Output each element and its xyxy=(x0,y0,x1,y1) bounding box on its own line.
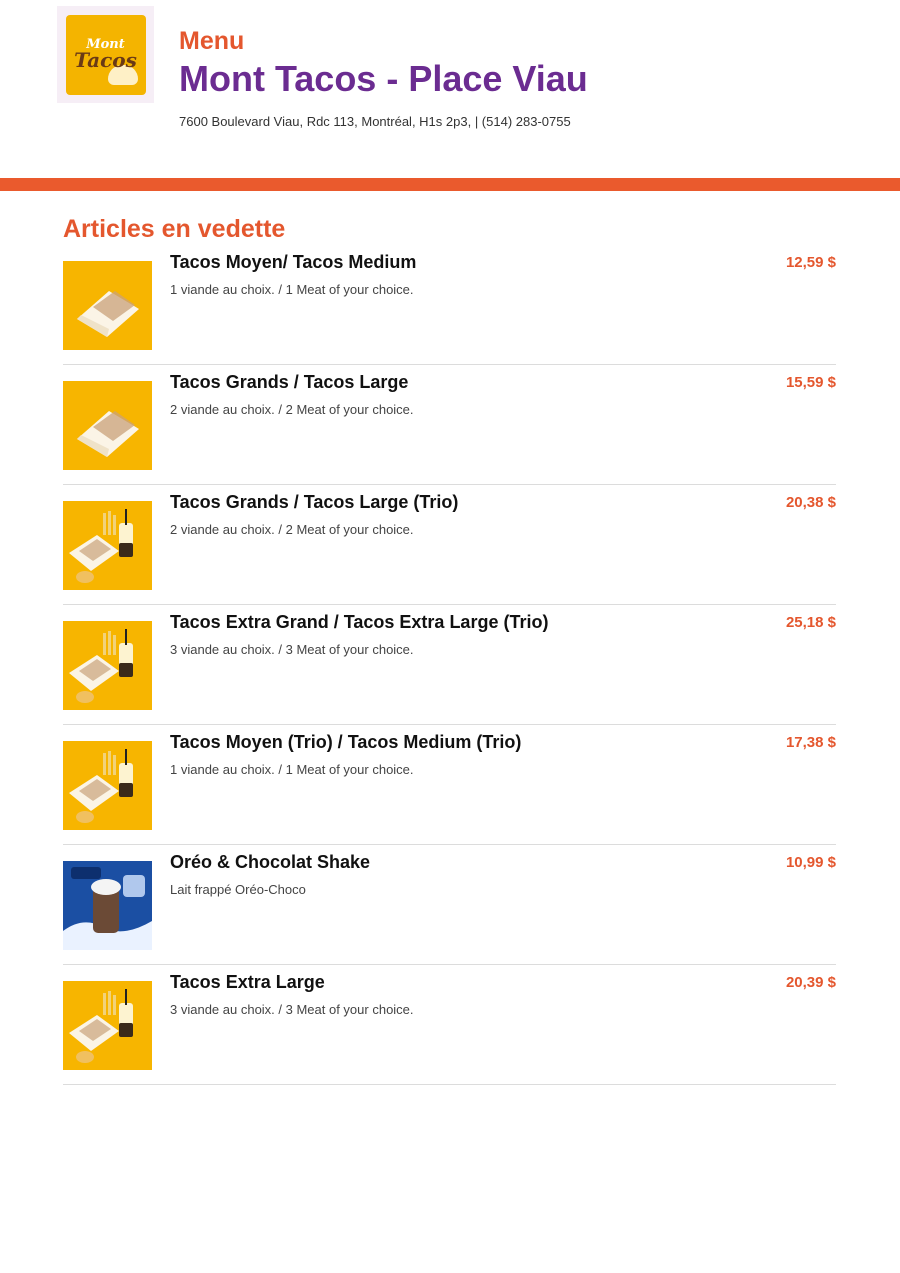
menu-item-2[interactable]: Tacos Grands / Tacos Large 2 viande au c… xyxy=(63,365,836,485)
item-description: 3 viande au choix. / 3 Meat of your choi… xyxy=(170,1002,414,1017)
item-price: 20,38 $ xyxy=(785,494,836,511)
menu-item-list: Tacos Moyen/ Tacos Medium 1 viande au ch… xyxy=(63,245,836,1085)
item-description: 1 viande au choix. / 1 Meat of your choi… xyxy=(170,762,414,777)
item-description: Lait frappé Oréo-Choco xyxy=(170,882,306,897)
item-description: 2 viande au choix. / 2 Meat of your choi… xyxy=(170,402,414,417)
item-name: Tacos Extra Large xyxy=(170,972,325,992)
header-divider-bar xyxy=(0,178,900,191)
item-name: Oréo & Chocolat Shake xyxy=(170,852,371,872)
item-price: 17,38 $ xyxy=(785,734,836,751)
menu-item-6[interactable]: Oréo & Chocolat Shake Lait frappé Oréo-C… xyxy=(63,845,836,965)
menu-item-7[interactable]: Tacos Extra Large 3 viande au choix. / 3… xyxy=(63,965,836,1085)
item-name: Tacos Grands / Tacos Large xyxy=(170,372,409,392)
taco-wrap-image[interactable] xyxy=(63,381,152,470)
trio-combo-image[interactable] xyxy=(63,741,152,830)
item-name: Tacos Extra Grand / Tacos Extra Large (T… xyxy=(170,612,549,632)
item-description: 1 viande au choix. / 1 Meat of your choi… xyxy=(170,282,414,297)
logo-tile: Mont Tacos xyxy=(65,14,146,95)
item-price: 25,18 $ xyxy=(785,614,836,631)
trio-combo-image[interactable] xyxy=(63,981,152,1070)
menu-item-3[interactable]: Tacos Grands / Tacos Large (Trio) 2 vian… xyxy=(63,485,836,605)
item-price: 10,99 $ xyxy=(785,854,836,871)
item-price: 12,59 $ xyxy=(785,254,836,271)
restaurant-logo: Mont Tacos xyxy=(57,6,154,103)
page-header: Mont Tacos Menu Mont Tacos - Place Viau … xyxy=(0,0,900,178)
menu-item-4[interactable]: Tacos Extra Grand / Tacos Extra Large (T… xyxy=(63,605,836,725)
item-description: 2 viande au choix. / 2 Meat of your choi… xyxy=(170,522,414,537)
item-name: Tacos Moyen/ Tacos Medium xyxy=(170,252,417,272)
section-title: Articles en vedette xyxy=(63,215,286,243)
menu-item-1[interactable]: Tacos Moyen/ Tacos Medium 1 viande au ch… xyxy=(63,245,836,365)
menu-kicker: Menu xyxy=(179,27,245,55)
item-name: Tacos Moyen (Trio) / Tacos Medium (Trio) xyxy=(170,732,522,752)
shake-image[interactable] xyxy=(63,861,152,950)
logo-text: Mont Tacos xyxy=(74,38,137,73)
logo-line-2: Tacos xyxy=(74,48,137,73)
item-price: 20,39 $ xyxy=(785,974,836,991)
trio-combo-image[interactable] xyxy=(63,501,152,590)
trio-combo-image[interactable] xyxy=(63,621,152,710)
item-name: Tacos Grands / Tacos Large (Trio) xyxy=(170,492,459,512)
menu-item-5[interactable]: Tacos Moyen (Trio) / Tacos Medium (Trio)… xyxy=(63,725,836,845)
page-title: Mont Tacos - Place Viau xyxy=(179,58,588,99)
item-price: 15,59 $ xyxy=(785,374,836,391)
item-description: 3 viande au choix. / 3 Meat of your choi… xyxy=(170,642,414,657)
restaurant-address: 7600 Boulevard Viau, Rdc 113, Montréal, … xyxy=(179,114,571,129)
taco-wrap-image[interactable] xyxy=(63,261,152,350)
